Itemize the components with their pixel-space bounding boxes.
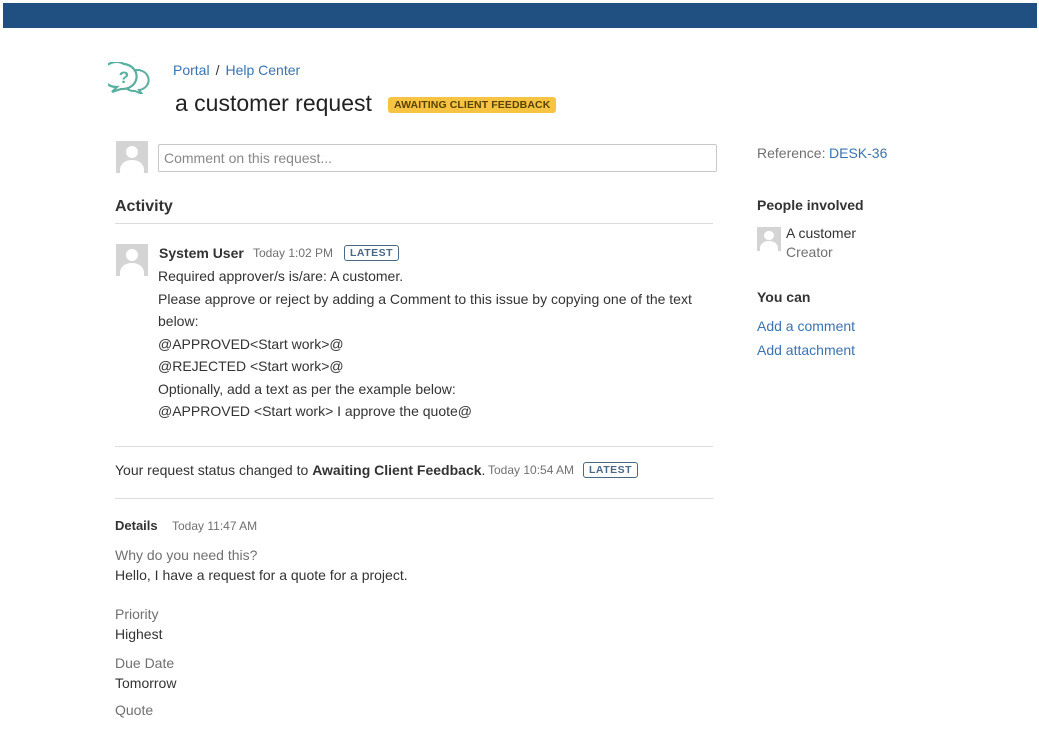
field-value-due-date: Tomorrow [115,675,177,691]
status-change-suffix: . [481,462,486,478]
svg-text:?: ? [119,68,129,87]
field-value-why: Hello, I have a request for a quote for … [115,567,408,583]
activity-divider [115,498,713,499]
field-label-priority: Priority [115,606,159,622]
reference-label: Reference: [757,145,826,161]
comment-author-avatar [116,244,148,276]
status-change-event: Your request status changed to Awaiting … [115,462,485,478]
field-label-why: Why do you need this? [115,547,258,563]
comment-timestamp: Today 1:02 PM [253,246,334,260]
reference-link[interactable]: DESK-36 [829,145,887,161]
comment-input[interactable] [158,144,717,172]
person-name: A customer [786,225,857,241]
field-label-quote: Quote [115,702,154,718]
add-attachment-link[interactable]: Add attachment [757,342,855,358]
add-comment-link[interactable]: Add a comment [757,318,855,334]
comment-body: Required approver/s is/are: A customer. … [158,265,713,423]
comment-line: @APPROVED<Start work>@ [158,335,344,352]
activity-heading: Activity [115,198,173,215]
help-center-speech-bubble-icon: ? [108,62,150,94]
person-role: Creator [786,244,833,260]
field-label-due-date: Due Date [115,655,175,671]
breadcrumb-separator: / [215,62,220,78]
details-heading: Details [115,518,158,533]
field-value-priority: Highest [115,626,163,642]
you-can-heading: You can [757,289,811,305]
status-change-prefix: Your request status changed to [115,462,309,478]
latest-badge: LATEST [344,245,400,261]
status-badge: AWAITING CLIENT FEEDBACK [388,97,557,113]
breadcrumb: Portal / Help Center [173,62,300,78]
activity-divider [115,446,713,447]
people-involved-heading: People involved [757,197,864,213]
details-timestamp: Today 11:47 AM [172,519,258,533]
breadcrumb-portal-link[interactable]: Portal [173,62,210,78]
comment-line: Please approve or reject by adding a Com… [158,290,692,330]
comment-line: Optionally, add a text as per the exampl… [158,380,456,397]
comment-line: @REJECTED <Start work>@ [158,358,344,374]
page-title: a customer request [175,90,372,116]
current-user-avatar [116,141,148,173]
breadcrumb-help-center-link[interactable]: Help Center [225,62,300,78]
activity-divider [115,223,713,224]
person-avatar [757,227,781,251]
top-navigation-bar [3,3,1037,28]
status-change-timestamp: Today 10:54 AM [488,463,575,477]
comment-line: Required approver/s is/are: A customer. [158,268,404,284]
latest-badge: LATEST [583,462,639,478]
status-change-value: Awaiting Client Feedback [312,462,482,478]
comment-author: System User [159,245,244,261]
comment-line: @APPROVED <Start work> I approve the quo… [158,403,473,419]
